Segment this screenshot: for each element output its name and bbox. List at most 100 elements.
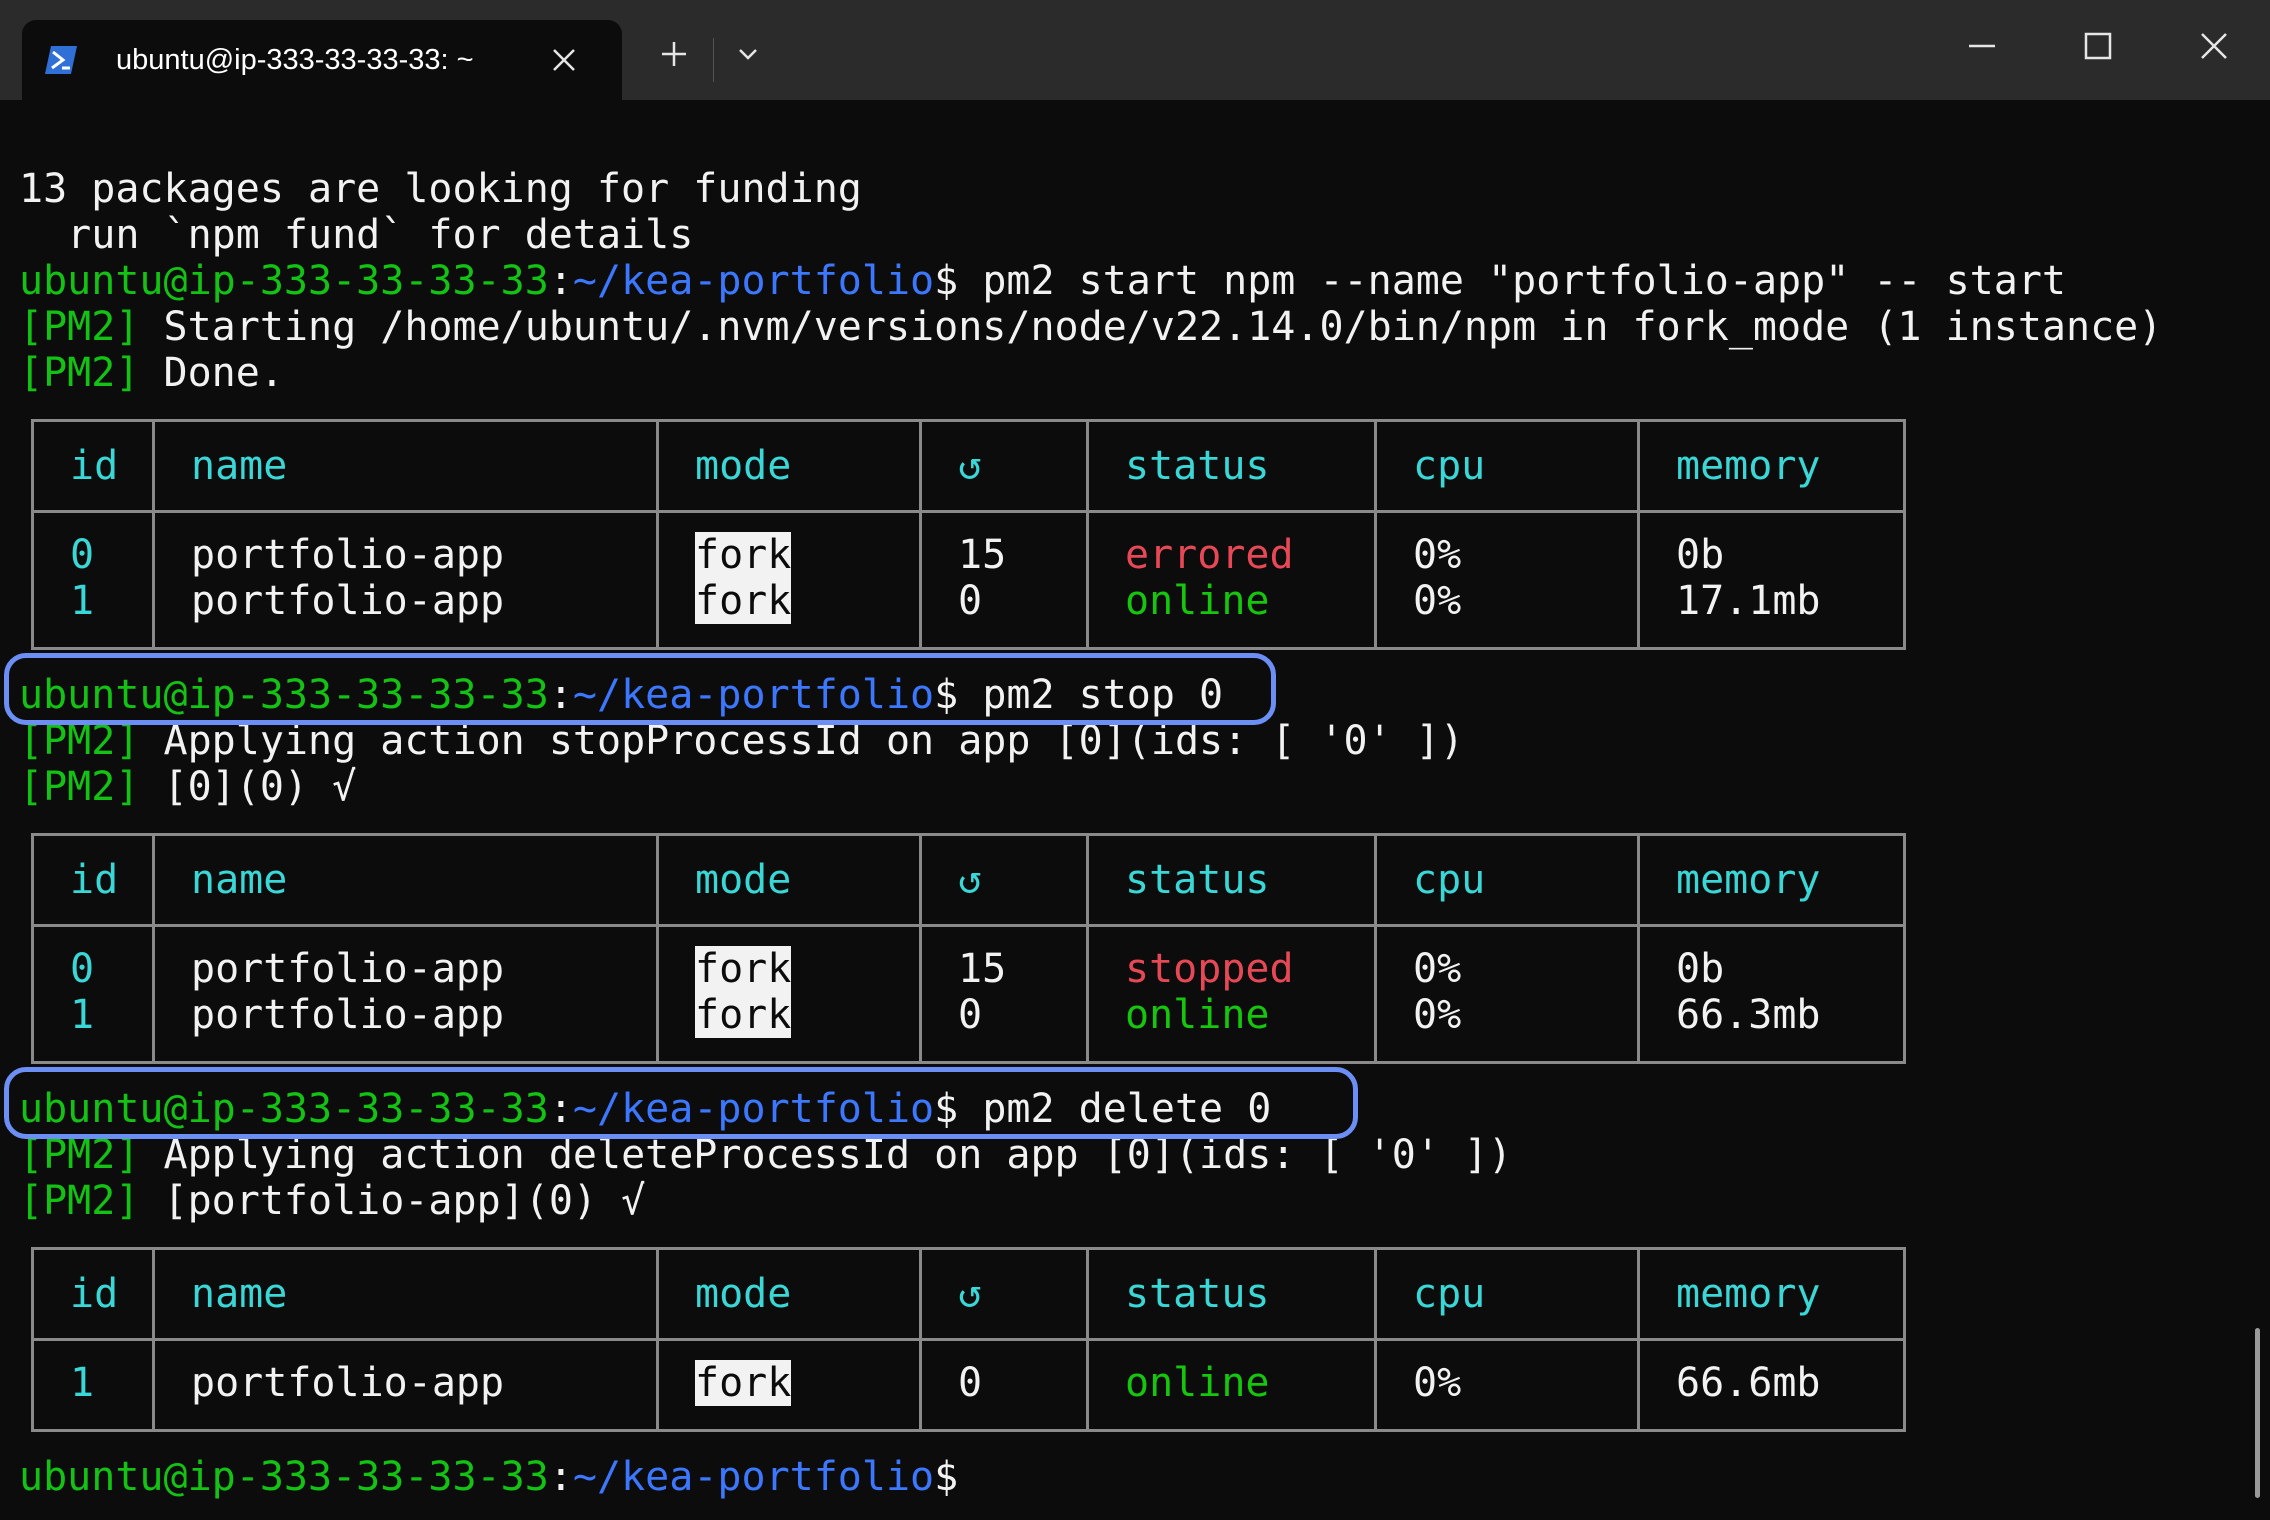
pm2-tag: [PM2] bbox=[19, 1178, 140, 1224]
table-header-row: id name mode ↺ status cpu memory bbox=[34, 422, 1903, 513]
output-text: Applying action stopProcessId on app [0]… bbox=[139, 718, 1464, 764]
close-window-button[interactable] bbox=[2184, 18, 2244, 78]
prompt-colon: : bbox=[548, 1086, 573, 1132]
column-header: mode bbox=[659, 836, 922, 924]
process-table: id name mode ↺ status cpu memory 1 portf… bbox=[31, 1247, 1906, 1432]
output-text: Starting /home/ubuntu/.nvm/versions/node… bbox=[139, 304, 2163, 350]
column-header: status bbox=[1089, 422, 1377, 510]
mode-badge: fork bbox=[695, 1360, 792, 1406]
column-header: cpu bbox=[1377, 836, 1640, 924]
table-cell: 0% bbox=[1413, 532, 1462, 578]
table-cell: 0 bbox=[70, 532, 95, 578]
id-cell: 01 bbox=[34, 927, 155, 1061]
table-body: 01 portfolio-app portfolio-app fork fork 1… bbox=[34, 927, 1903, 1061]
table-cell: 17.1mb bbox=[1676, 578, 1821, 624]
title-bar: ubuntu@ip-333-33-33-33: ~ bbox=[0, 0, 2270, 100]
prompt-user-host: ubuntu@ip-333-33-33-33 bbox=[19, 258, 549, 304]
table-cell: 66.3mb bbox=[1676, 992, 1821, 1038]
mode-badge: fork bbox=[695, 578, 792, 624]
prompt-path: ~/kea-portfolio bbox=[572, 1086, 935, 1132]
command-text: pm2 stop 0 bbox=[958, 672, 1224, 718]
mode-badge: fork bbox=[695, 946, 792, 992]
prompt-path: ~/kea-portfolio bbox=[572, 672, 935, 718]
tab-dropdown-button[interactable] bbox=[718, 26, 778, 86]
status-badge: online bbox=[1125, 578, 1270, 624]
close-window-icon bbox=[2199, 31, 2229, 65]
column-header: id bbox=[34, 836, 155, 924]
prompt-line: ubuntu@ip-333-33-33-33:~/kea-portfolio$ … bbox=[19, 1086, 1271, 1132]
status-badge: errored bbox=[1125, 532, 1294, 578]
prompt-dollar: $ bbox=[934, 1454, 959, 1500]
name-cell: portfolio-app bbox=[155, 1341, 659, 1429]
minimize-button[interactable] bbox=[1952, 18, 2012, 78]
output-line: [PM2] [0](0) √ bbox=[19, 764, 356, 810]
output-text: [portfolio-app](0) √ bbox=[139, 1178, 646, 1224]
mode-cell: fork bbox=[659, 1341, 922, 1429]
cpu-cell: 0% 0% bbox=[1377, 513, 1640, 647]
table-cell: portfolio-app bbox=[191, 992, 505, 1038]
terminal-output[interactable]: 13 packages are looking for funding run … bbox=[0, 100, 2270, 1520]
table-cell: 0% bbox=[1413, 578, 1462, 624]
new-tab-button[interactable] bbox=[644, 26, 704, 86]
prompt-line: ubuntu@ip-333-33-33-33:~/kea-portfolio$ bbox=[19, 1454, 958, 1500]
cpu-cell: 0% 0% bbox=[1377, 927, 1640, 1061]
memory-cell: 0b 17.1mb bbox=[1640, 513, 1903, 647]
prompt-colon: : bbox=[548, 672, 573, 718]
prompt-dollar: $ bbox=[934, 1086, 959, 1132]
output-line: [PM2] Done. bbox=[19, 350, 284, 396]
column-header: mode bbox=[659, 422, 922, 510]
column-header: ↺ bbox=[922, 422, 1089, 510]
prompt-colon: : bbox=[548, 1454, 573, 1500]
maximize-button[interactable] bbox=[2068, 18, 2128, 78]
chevron-down-icon bbox=[735, 41, 761, 71]
mode-badge: fork bbox=[695, 532, 792, 578]
column-header: id bbox=[34, 422, 155, 510]
table-cell: 0b bbox=[1676, 532, 1725, 578]
pm2-tag: [PM2] bbox=[19, 764, 140, 810]
restarts-cell: 0 bbox=[922, 1341, 1089, 1429]
maximize-icon bbox=[2083, 31, 2113, 65]
table-cell: 1 bbox=[70, 578, 95, 624]
id-cell: 1 bbox=[34, 1341, 155, 1429]
close-icon[interactable] bbox=[544, 40, 584, 80]
prompt-dollar: $ bbox=[934, 672, 959, 718]
table-body: 1 portfolio-app fork 0 online 0% 66.6mb bbox=[34, 1341, 1903, 1429]
output-line: 13 packages are looking for funding bbox=[19, 166, 862, 212]
table-cell: 15 bbox=[958, 946, 1007, 992]
prompt-line: ubuntu@ip-333-33-33-33:~/kea-portfolio$ … bbox=[19, 672, 1223, 718]
column-header: status bbox=[1089, 836, 1377, 924]
status-badge: online bbox=[1089, 1341, 1377, 1429]
column-header: ↺ bbox=[922, 836, 1089, 924]
mode-badge: fork bbox=[695, 992, 792, 1038]
column-header: name bbox=[155, 836, 659, 924]
powershell-icon bbox=[44, 41, 82, 79]
id-cell: 01 bbox=[34, 513, 155, 647]
pm2-tag: [PM2] bbox=[19, 350, 140, 396]
column-header: memory bbox=[1676, 857, 1821, 903]
output-line: [PM2] Applying action deleteProcessId on… bbox=[19, 1132, 1512, 1178]
table-cell: 1 bbox=[70, 992, 95, 1038]
output-line: [PM2] [portfolio-app](0) √ bbox=[19, 1178, 645, 1224]
status-badge: online bbox=[1125, 992, 1270, 1038]
prompt-colon: : bbox=[548, 258, 573, 304]
table-header-row: id name mode ↺ status cpu memory bbox=[34, 1250, 1903, 1341]
memory-cell: 0b 66.3mb bbox=[1640, 927, 1903, 1061]
prompt-user-host: ubuntu@ip-333-33-33-33 bbox=[19, 1086, 549, 1132]
cpu-cell: 0% bbox=[1377, 1341, 1640, 1429]
output-line: run `npm fund` for details bbox=[19, 212, 694, 258]
table-body: 01 portfolio-app portfolio-app fork fork 1… bbox=[34, 513, 1903, 647]
restarts-cell: 15 0 bbox=[922, 513, 1089, 647]
output-text: Applying action deleteProcessId on app [… bbox=[139, 1132, 1513, 1178]
column-header: memory bbox=[1676, 443, 1821, 489]
table-cell: portfolio-app bbox=[191, 946, 505, 992]
scrollbar[interactable] bbox=[2255, 1328, 2260, 1498]
column-header: cpu bbox=[1377, 1250, 1640, 1338]
terminal-tab[interactable]: ubuntu@ip-333-33-33-33: ~ bbox=[22, 20, 622, 100]
plus-icon bbox=[659, 39, 689, 73]
column-header: memory bbox=[1676, 1271, 1821, 1317]
table-cell: portfolio-app bbox=[191, 532, 505, 578]
table-cell: 0b bbox=[1676, 946, 1725, 992]
prompt-path: ~/kea-portfolio bbox=[572, 1454, 935, 1500]
column-header: name bbox=[155, 1250, 659, 1338]
process-table: id name mode ↺ status cpu memory 01 port… bbox=[31, 833, 1906, 1064]
